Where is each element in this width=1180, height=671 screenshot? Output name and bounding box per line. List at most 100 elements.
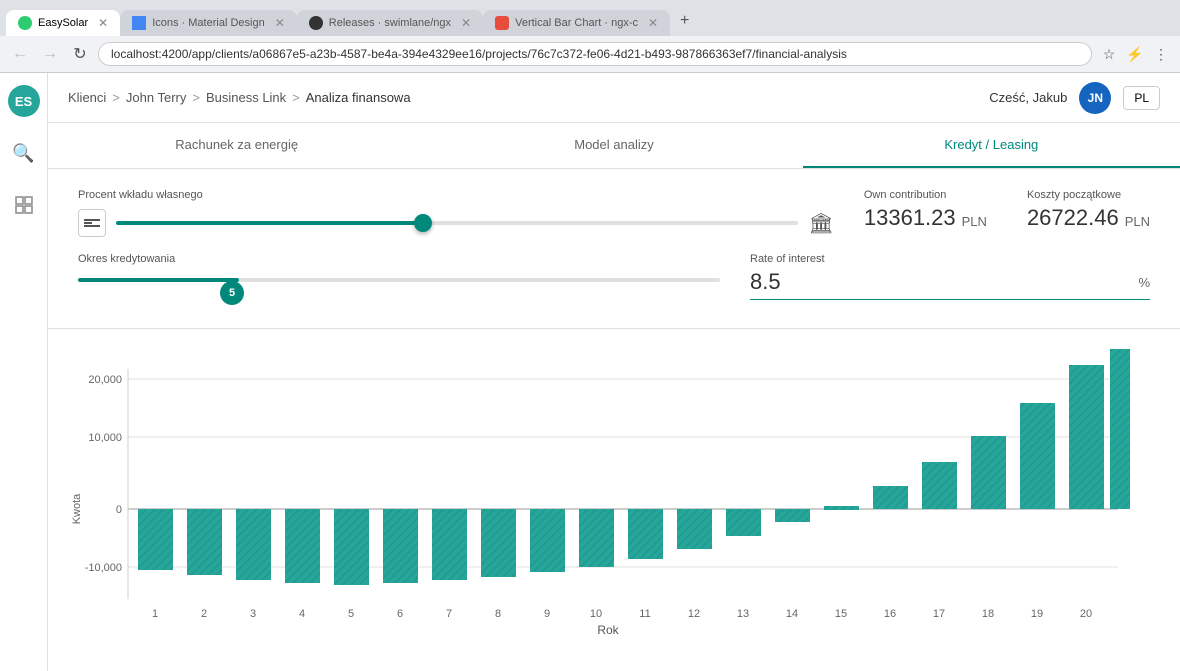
xtick-10: 10 (590, 608, 602, 620)
bank-icon: 🏛 (808, 211, 833, 236)
tab-label-icons: Icons · Material Design (152, 17, 265, 29)
okres-slider-container[interactable]: 5 (78, 278, 720, 308)
koszty-currency: PLN (1125, 214, 1150, 229)
ytick-0: 0 (116, 504, 122, 516)
procent-slider-track[interactable] (116, 221, 798, 225)
tab-favicon-ngxchart (495, 16, 509, 30)
user-avatar[interactable]: JN (1079, 82, 1111, 114)
bar-13-stripe (726, 509, 761, 536)
koszty-field: Koszty początkowe 26722.46 PLN (1027, 189, 1150, 231)
breadcrumb-klienci[interactable]: Klienci (68, 90, 106, 105)
tab-icons[interactable]: Icons · Material Design ✕ (120, 10, 297, 36)
tab-close-icons[interactable]: ✕ (275, 16, 285, 30)
xtick-12: 12 (688, 608, 700, 620)
procent-field: Procent wkładu własnego (78, 189, 834, 237)
bar-6-stripe (383, 509, 418, 583)
xtick-8: 8 (495, 608, 501, 620)
bar-9-stripe (530, 509, 565, 572)
ytick-20000: 20,000 (88, 374, 122, 386)
xtick-2: 2 (201, 608, 207, 620)
xtick-6: 6 (397, 608, 403, 620)
own-contribution-field: Own contribution 13361.23 PLN (864, 189, 987, 231)
xtick-5: 5 (348, 608, 354, 620)
bookmark-button[interactable]: ☆ (1098, 43, 1120, 65)
tab-rachunek[interactable]: Rachunek za energię (48, 123, 425, 168)
okres-label: Okres kredytowania (78, 253, 720, 265)
extensions-button[interactable]: ⚡ (1124, 43, 1146, 65)
tab-close-easysolar[interactable]: ✕ (98, 16, 108, 30)
breadcrumb-sep-2: > (192, 90, 200, 105)
new-tab-button[interactable]: + (670, 6, 699, 36)
own-contribution-label: Own contribution (864, 189, 987, 201)
bar-extra-stripe (1110, 349, 1130, 509)
bar-1-stripe (138, 509, 173, 570)
rate-field: Rate of interest 8.5 % (750, 253, 1150, 300)
xtick-11: 11 (639, 608, 650, 620)
tab-label-swimlane: Releases · swimlane/ngx (329, 17, 451, 29)
tab-favicon-icons (132, 16, 146, 30)
okres-track (78, 278, 720, 282)
kredyt-panel: Procent wkładu własnego (48, 169, 1180, 329)
okres-fill (78, 278, 239, 282)
tab-easysolar[interactable]: EasySolar ✕ (6, 10, 120, 36)
bar-18-stripe (971, 436, 1006, 509)
bar-17-stripe (922, 462, 957, 509)
xtick-15: 15 (835, 608, 847, 620)
bar-12-stripe (677, 509, 712, 549)
xtick-16: 16 (884, 608, 896, 620)
breadcrumb-sep-1: > (112, 90, 120, 105)
x-axis-title: Rok (597, 623, 619, 637)
own-contribution-currency: PLN (962, 214, 987, 229)
chart-container: Kwota 20,000 10,000 0 -10,000 (48, 329, 1180, 662)
app: ES 🔍 Klienci > John Terry > Business Lin… (0, 73, 1180, 671)
xtick-9: 9 (544, 608, 550, 620)
procent-slider-fill (116, 221, 423, 225)
sidebar-grid-icon[interactable] (8, 189, 40, 221)
xtick-13: 13 (737, 608, 749, 620)
rate-input-row: 8.5 % (750, 269, 1150, 300)
tab-swimlane[interactable]: Releases · swimlane/ngx ✕ (297, 10, 483, 36)
xtick-4: 4 (299, 608, 305, 620)
okres-value: 5 (229, 287, 235, 299)
bar-19-stripe (1020, 403, 1055, 509)
tab-ngxchart[interactable]: Vertical Bar Chart · ngx-c ✕ (483, 10, 670, 36)
rate-value[interactable]: 8.5 (750, 269, 1138, 295)
slider-icon-left[interactable] (78, 209, 106, 237)
tab-favicon-swimlane (309, 16, 323, 30)
sidebar-search-icon[interactable]: 🔍 (8, 137, 40, 169)
browser-chrome: EasySolar ✕ Icons · Material Design ✕ Re… (0, 0, 1180, 73)
tab-label-ngxchart: Vertical Bar Chart · ngx-c (515, 17, 638, 29)
tab-kredyt[interactable]: Kredyt / Leasing (803, 123, 1180, 168)
okres-thumb[interactable]: 5 (220, 281, 244, 305)
back-button[interactable]: ← (8, 42, 32, 66)
bar-4-stripe (285, 509, 320, 583)
browser-toolbar: ← → ↻ localhost:4200/app/clients/a06867e… (0, 36, 1180, 73)
tab-close-swimlane[interactable]: ✕ (461, 16, 471, 30)
bar-16-stripe (873, 486, 908, 509)
bar-5-stripe (334, 509, 369, 585)
reload-button[interactable]: ↻ (68, 42, 92, 66)
forward-button[interactable]: → (38, 42, 62, 66)
sidebar: ES 🔍 (0, 73, 48, 671)
rate-unit: % (1138, 275, 1150, 290)
menu-button[interactable]: ⋮ (1150, 43, 1172, 65)
bar-7-stripe (432, 509, 467, 580)
tab-favicon-easysolar (18, 16, 32, 30)
tab-close-ngxchart[interactable]: ✕ (648, 16, 658, 30)
xtick-18: 18 (982, 608, 994, 620)
breadcrumb-business[interactable]: Business Link (206, 90, 286, 105)
tab-model[interactable]: Model analizy (425, 123, 802, 168)
address-bar[interactable]: localhost:4200/app/clients/a06867e5-a23b… (98, 42, 1092, 66)
xtick-19: 19 (1031, 608, 1043, 620)
greeting-text: Cześć, Jakub (989, 90, 1067, 105)
koszty-label: Koszty początkowe (1027, 189, 1150, 201)
procent-slider-thumb[interactable] (414, 214, 432, 232)
language-button[interactable]: PL (1123, 86, 1160, 110)
breadcrumb-john[interactable]: John Terry (126, 90, 186, 105)
analysis-tabs: Rachunek za energię Model analizy Kredyt… (48, 123, 1180, 169)
tab-label-easysolar: EasySolar (38, 17, 88, 29)
xtick-14: 14 (786, 608, 798, 620)
sidebar-logo: ES (8, 85, 40, 117)
bar-3-stripe (236, 509, 271, 580)
y-axis-label: Kwota (71, 493, 83, 524)
